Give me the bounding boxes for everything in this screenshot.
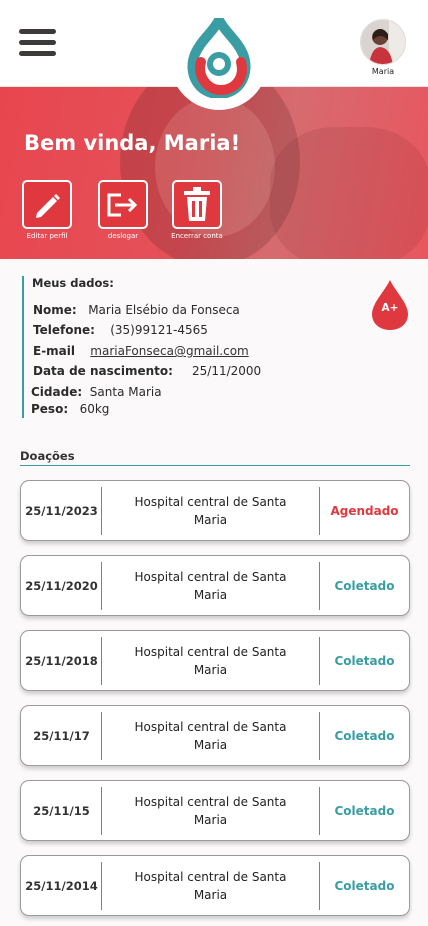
trash-icon xyxy=(184,186,210,221)
avatar[interactable] xyxy=(360,19,406,65)
edit-profile-label: Editar perfil xyxy=(26,232,68,240)
weight-value: 60kg xyxy=(79,402,110,416)
logout-button[interactable]: deslogar xyxy=(93,180,153,240)
city-label: Cidade: xyxy=(31,385,83,399)
logout-icon xyxy=(107,193,138,216)
donation-place: Hospital central de Santa Maria xyxy=(134,644,287,677)
welcome-heading: Bem vinda, Maria! xyxy=(24,131,241,155)
donation-status: Coletado xyxy=(334,728,395,743)
birth-value: 25/11/2000 xyxy=(192,364,262,378)
hero-banner: Bem vinda, Maria! Editar perfil deslogar xyxy=(0,87,428,259)
close-account-label: Encerrar conta xyxy=(171,232,223,240)
blood-type-value: A+ xyxy=(381,302,399,314)
donation-date: 25/11/2023 xyxy=(25,503,98,518)
profile-section: Meus dados: Nome: Maria Elsébio da Fonse… xyxy=(22,276,322,418)
donation-card[interactable]: 25/11/2023 Hospital central de Santa Mar… xyxy=(20,480,410,541)
donation-status: Agendado xyxy=(330,503,399,518)
city-value: Santa Maria xyxy=(89,385,162,399)
close-account-button[interactable]: Encerrar conta xyxy=(167,180,227,240)
edit-profile-button[interactable]: Editar perfil xyxy=(17,180,77,240)
donation-place: Hospital central de Santa Maria xyxy=(134,794,287,827)
logout-label: deslogar xyxy=(107,232,139,240)
phone-label: Telefone: xyxy=(33,323,95,337)
phone-value: (35)99121-4565 xyxy=(110,323,208,337)
weight-label: Peso: xyxy=(31,402,69,416)
donation-card[interactable]: 25/11/2020 Hospital central de Santa Mar… xyxy=(20,555,410,616)
donation-place: Hospital central de Santa Maria xyxy=(134,569,287,602)
donation-status: Coletado xyxy=(334,578,395,593)
donation-place: Hospital central de Santa Maria xyxy=(134,494,287,527)
donation-date: 25/11/2020 xyxy=(25,578,98,593)
donation-status: Coletado xyxy=(334,653,395,668)
section-divider xyxy=(20,465,410,466)
donation-card[interactable]: 25/11/17 Hospital central de Santa Maria… xyxy=(20,705,410,766)
pencil-icon xyxy=(36,193,60,218)
donation-date: 25/11/15 xyxy=(33,803,90,818)
donation-card[interactable]: 25/11/15 Hospital central de Santa Maria… xyxy=(20,780,410,841)
app-logo xyxy=(170,0,268,110)
birth-label: Data de nascimento: xyxy=(33,364,173,378)
avatar-name: Maria xyxy=(371,67,395,76)
email-link[interactable]: mariaFonseca@gmail.com xyxy=(90,344,248,358)
name-label: Nome: xyxy=(33,303,77,317)
name-value: Maria Elsébio da Fonseca xyxy=(88,303,240,317)
donation-status: Coletado xyxy=(334,878,395,893)
donation-card[interactable]: 25/11/2018 Hospital central de Santa Mar… xyxy=(20,630,410,691)
donations-title: Doações xyxy=(20,449,75,463)
donation-place: Hospital central de Santa Maria xyxy=(134,869,287,902)
blood-type-badge: A+ xyxy=(371,279,409,331)
donation-status: Coletado xyxy=(334,803,395,818)
donation-card[interactable]: 25/11/2014 Hospital central de Santa Mar… xyxy=(20,855,410,916)
donation-date: 25/11/2014 xyxy=(25,878,98,893)
profile-title: Meus dados: xyxy=(32,276,114,290)
donation-place: Hospital central de Santa Maria xyxy=(134,719,287,752)
email-label: E-mail xyxy=(33,344,76,358)
donation-date: 25/11/2018 xyxy=(25,653,98,668)
hamburger-menu-icon[interactable] xyxy=(19,29,56,62)
donation-date: 25/11/17 xyxy=(33,728,90,743)
